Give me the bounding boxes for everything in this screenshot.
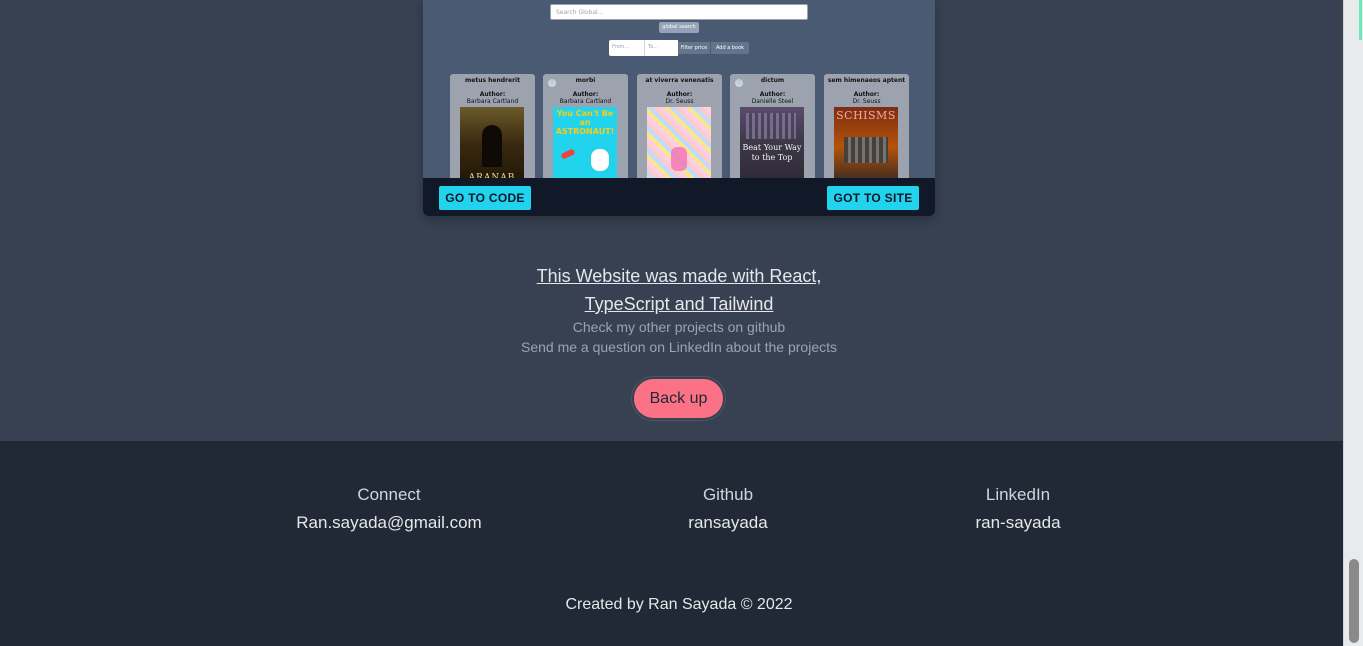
- book-cover-image: You Can't Be an ASTRONAUT!: [553, 107, 617, 184]
- book-cover-image: Beat Your Way to the Top: [740, 107, 804, 184]
- book-cover-image: [647, 107, 711, 184]
- book-author: Barbara Cartland: [466, 98, 519, 105]
- scroll-indicator: [1359, 0, 1362, 40]
- footer-linkedin-heading: LinkedIn: [985, 485, 1051, 504]
- footer-github-heading: Github: [702, 485, 754, 504]
- book-author: Barbara Cartland: [559, 98, 612, 105]
- preview-book-card: metus hendrerit Author: Barbara Cartland…: [450, 74, 535, 184]
- footer-github-link[interactable]: ransayada: [628, 513, 828, 533]
- preview-add-book-button: Add a book: [711, 42, 749, 54]
- book-author: Dr. Seuss: [665, 98, 694, 105]
- book-author-label: Author:: [853, 91, 880, 98]
- made-with-link-line2[interactable]: TypeScript and Tailwind: [585, 294, 774, 314]
- preview-price-to-input: To...: [644, 40, 678, 56]
- footer-credits: Created by Ran Sayada © 2022: [565, 596, 793, 613]
- project-preview-screenshot: Search Global... global search From... T…: [423, 0, 935, 184]
- made-with-text: This Website was made with React, TypeSc…: [0, 262, 1358, 318]
- made-with-link-line1[interactable]: This Website was made with React,: [537, 266, 822, 286]
- preview-search-input: Search Global...: [550, 4, 808, 20]
- project-card-actions: GO TO CODE GOT TO SITE: [423, 178, 935, 216]
- book-title: metus hendrerit: [465, 77, 520, 84]
- footer-connect-heading: Connect: [357, 485, 421, 504]
- preview-book-card: ♡ dictum Author: Danielle Steel Beat You…: [730, 74, 815, 184]
- book-author: Danielle Steel: [751, 98, 794, 105]
- book-author-label: Author:: [759, 91, 786, 98]
- preview-book-card: sem himenaeos aptent Author: Dr. Seuss S…: [824, 74, 909, 184]
- book-title: sem himenaeos aptent: [827, 77, 906, 84]
- preview-book-card: at viverra venenatis Author: Dr. Seuss: [637, 74, 722, 184]
- vertical-scrollbar[interactable]: [1343, 0, 1363, 646]
- book-cover-text: SCHISMS: [836, 109, 896, 122]
- project-card: Search Global... global search From... T…: [423, 0, 935, 216]
- footer: Connect Ran.sayada@gmail.com Github rans…: [0, 441, 1343, 646]
- back-up-button[interactable]: Back up: [632, 377, 725, 420]
- book-author-label: Author:: [572, 91, 599, 98]
- go-to-code-button[interactable]: GO TO CODE: [439, 186, 531, 210]
- footer-linkedin-link[interactable]: ran-sayada: [918, 513, 1118, 533]
- book-author-label: Author:: [666, 91, 693, 98]
- book-title: at viverra venenatis: [645, 77, 714, 84]
- footer-connect: Connect Ran.sayada@gmail.com: [289, 485, 489, 533]
- page: Search Global... global search From... T…: [0, 0, 1343, 646]
- preview-global-search-button: global search: [659, 22, 699, 33]
- footer-email-link[interactable]: Ran.sayada@gmail.com: [289, 513, 489, 533]
- footer-linkedin: LinkedIn ran-sayada: [918, 485, 1118, 533]
- book-title: morbi: [575, 77, 596, 84]
- book-cover-text: Beat Your Way to the Top: [742, 143, 802, 162]
- book-cover-image: ARANAB: [460, 107, 524, 184]
- book-cover-text: You Can't Be an ASTRONAUT!: [555, 109, 615, 136]
- book-cover-image: SCHISMS: [834, 107, 898, 184]
- book-author-label: Author:: [479, 91, 506, 98]
- go-to-site-button[interactable]: GOT TO SITE: [827, 186, 919, 210]
- book-author: Dr. Seuss: [852, 98, 881, 105]
- book-title: dictum: [760, 77, 785, 84]
- preview-price-from-input: From...: [609, 40, 644, 56]
- footer-github: Github ransayada: [628, 485, 828, 533]
- linkedin-note: Send me a question on LinkedIn about the…: [521, 339, 837, 355]
- preview-book-card: ♡ morbi Author: Barbara Cartland You Can…: [543, 74, 628, 184]
- scrollbar-thumb[interactable]: [1349, 559, 1359, 643]
- projects-section: Search Global... global search From... T…: [0, 0, 1343, 441]
- github-note: Check my other projects on github: [572, 319, 786, 335]
- preview-filter-price-button: Filter price: [678, 42, 710, 54]
